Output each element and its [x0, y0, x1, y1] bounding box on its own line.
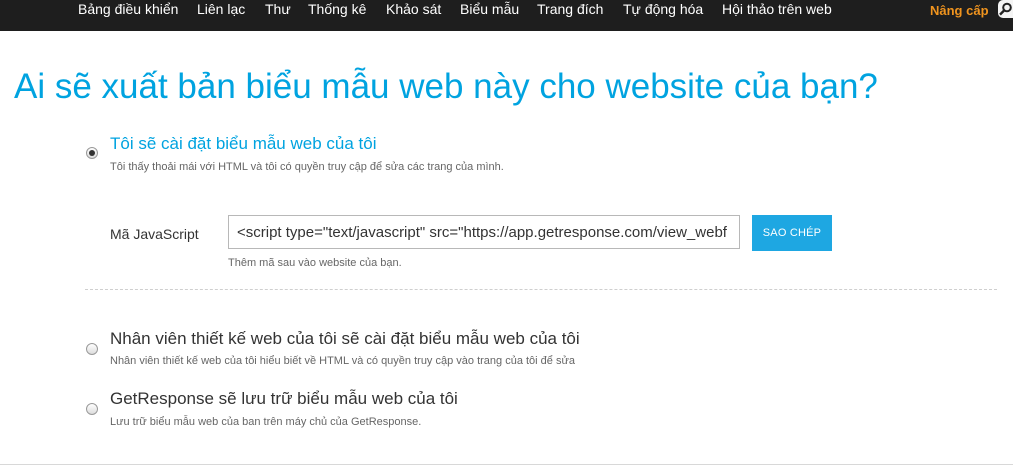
nav-item-contacts[interactable]: Liên lạc: [197, 1, 245, 17]
nav-item-automation[interactable]: Tự động hóa: [623, 1, 703, 17]
javascript-code-hint: Thêm mã sau vào website của bạn.: [228, 257, 402, 269]
copy-button[interactable]: SAO CHÉP: [752, 215, 832, 251]
section-divider: [85, 289, 997, 290]
option-description-designer-install: Nhân viên thiết kế web của tôi hiểu biết…: [110, 355, 575, 367]
nav-item-dashboard[interactable]: Bảng điều khiển: [78, 1, 178, 17]
upgrade-link[interactable]: Nâng cấp: [930, 3, 989, 18]
javascript-code-input[interactable]: [228, 215, 740, 249]
javascript-code-label: Mã JavaScript: [110, 226, 199, 242]
top-navigation-bar: Bảng điều khiển Liên lạc Thư Thống kê Kh…: [0, 0, 1013, 31]
nav-item-messages[interactable]: Thư: [265, 1, 291, 17]
nav-item-reports[interactable]: Thống kê: [308, 1, 366, 17]
nav-item-webinars[interactable]: Hội thảo trên web: [722, 1, 832, 17]
radio-option-getresponse-hosted[interactable]: [86, 403, 98, 415]
page-title: Ai sẽ xuất bản biểu mẫu web này cho webs…: [14, 67, 878, 106]
search-icon[interactable]: [998, 0, 1013, 18]
option-description-self-install: Tôi thấy thoải mái với HTML và tôi có qu…: [110, 161, 504, 173]
radio-option-self-install[interactable]: [86, 147, 98, 159]
nav-item-surveys[interactable]: Khảo sát: [386, 1, 441, 17]
nav-item-landing-pages[interactable]: Trang đích: [537, 1, 603, 17]
option-title-getresponse-hosted[interactable]: GetResponse sẽ lưu trữ biểu mẫu web của …: [110, 389, 458, 409]
option-title-self-install[interactable]: Tôi sẽ cài đặt biểu mẫu web của tôi: [110, 134, 376, 154]
radio-option-designer-install[interactable]: [86, 343, 98, 355]
nav-item-forms[interactable]: Biểu mẫu: [460, 1, 519, 17]
bottom-divider: [0, 464, 1013, 465]
option-title-designer-install[interactable]: Nhân viên thiết kế web của tôi sẽ cài đặ…: [110, 329, 580, 349]
option-description-getresponse-hosted: Lưu trữ biểu mẫu web của ban trên máy ch…: [110, 416, 422, 428]
